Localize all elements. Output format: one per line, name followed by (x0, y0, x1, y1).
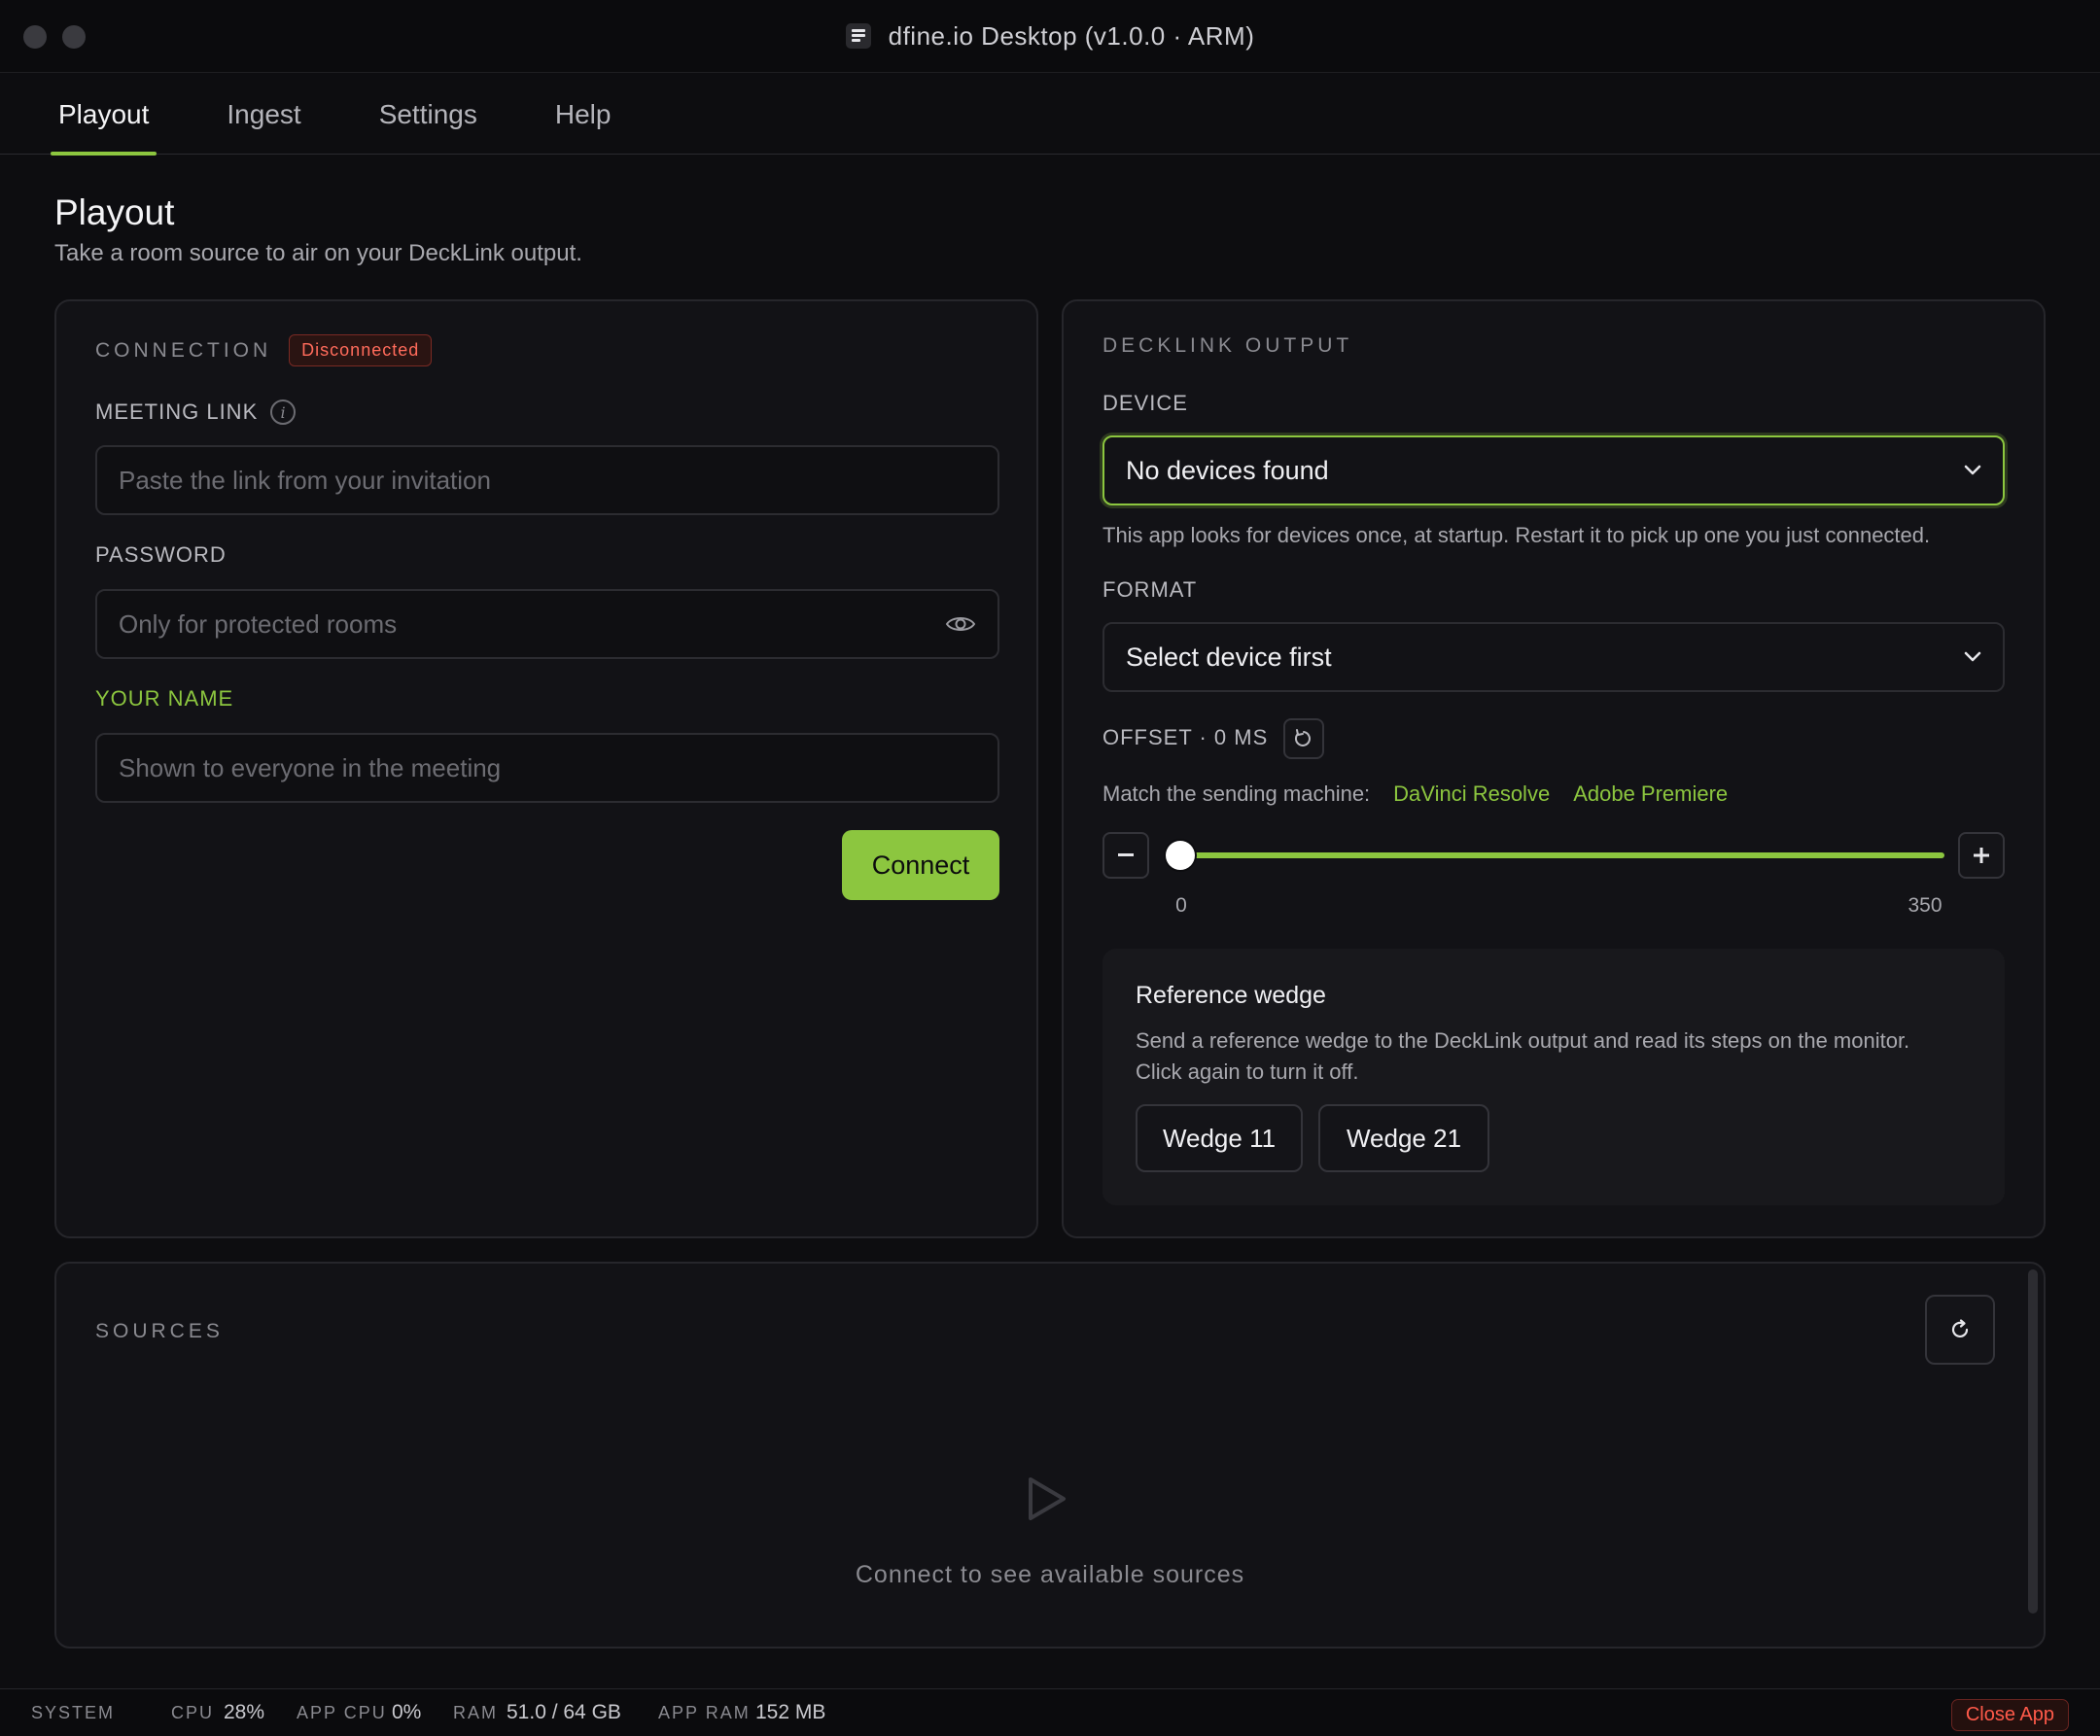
window-minimize-dot[interactable] (62, 25, 86, 49)
app-cpu-value: 0% (392, 1701, 422, 1723)
offset-slider-handle[interactable] (1166, 841, 1195, 870)
page-subtitle: Take a room source to air on your DeckLi… (54, 240, 582, 266)
match-label: Match the sending machine: (1102, 781, 1371, 806)
sources-scrollbar[interactable] (2028, 1269, 2038, 1614)
your-name-placeholder: Shown to everyone in the meeting (119, 752, 502, 782)
offset-decrement-button[interactable] (1102, 832, 1149, 879)
window-close-dot[interactable] (23, 25, 47, 49)
davinci-resolve-link[interactable]: DaVinci Resolve (1393, 781, 1550, 807)
app-logo-icon (845, 23, 871, 49)
your-name-label: YOUR NAME (95, 686, 234, 711)
chevron-down-icon (1964, 651, 1981, 663)
minus-icon (1118, 853, 1134, 857)
plus-icon (1974, 848, 1989, 863)
connection-status-badge: Disconnected (289, 334, 433, 366)
reference-wedge-title: Reference wedge (1136, 982, 1326, 1009)
decklink-section-label: DECKLINK OUTPUT (1102, 334, 1353, 357)
window-controls (23, 25, 86, 49)
chevron-down-icon (1964, 465, 1981, 476)
sources-card: SOURCES Connect to see available sources (54, 1262, 2046, 1649)
meeting-link-input[interactable]: Paste the link from your invitation (95, 445, 999, 515)
wedge-21-button[interactable]: Wedge 21 (1318, 1104, 1489, 1172)
password-label: PASSWORD (95, 542, 227, 567)
refresh-sources-button[interactable] (1925, 1295, 1995, 1365)
sources-empty-message: Connect to see available sources (855, 1561, 1245, 1588)
cpu-value: 28% (224, 1701, 265, 1723)
format-label: FORMAT (1102, 577, 1198, 602)
meeting-link-label: MEETING LINK (95, 399, 259, 424)
info-icon[interactable]: i (269, 399, 297, 426)
reference-wedge-description-2: Click again to turn it off. (1136, 1059, 1359, 1084)
decklink-output-card: DECKLINK OUTPUT DEVICE No devices found … (1062, 299, 2046, 1238)
wedge-11-button[interactable]: Wedge 11 (1136, 1104, 1303, 1172)
system-label: SYSTEM (31, 1702, 116, 1722)
cpu-label: CPU (171, 1702, 215, 1722)
eye-icon[interactable] (945, 613, 976, 635)
connection-section-label: CONNECTION (95, 338, 272, 362)
offset-increment-button[interactable] (1958, 832, 2005, 879)
offset-reset-button[interactable] (1283, 718, 1324, 759)
svg-text:i: i (281, 403, 286, 422)
password-placeholder: Only for protected rooms (119, 608, 398, 639)
window-title: dfine.io Desktop (v1.0.0 · ARM) (888, 20, 1255, 51)
offset-slider-track[interactable] (1180, 852, 1944, 858)
slider-min-label: 0 (1175, 894, 1187, 917)
reference-wedge-description-1: Send a reference wedge to the DeckLink o… (1136, 1028, 1910, 1053)
refresh-icon (1948, 1318, 1972, 1341)
play-icon (1023, 1476, 1069, 1527)
tab-ingest[interactable]: Ingest (227, 74, 300, 155)
ram-value: 51.0 / 64 GB (507, 1701, 621, 1723)
tab-help[interactable]: Help (555, 74, 612, 155)
title-bar: dfine.io Desktop (v1.0.0 · ARM) (0, 0, 2100, 73)
ram-label: RAM (453, 1702, 498, 1722)
app-ram-label: APP RAM (658, 1702, 751, 1722)
connection-card: CONNECTION Disconnected MEETING LINK i P… (54, 299, 1038, 1238)
device-hint: This app looks for devices once, at star… (1102, 523, 1931, 547)
device-select-value: No devices found (1126, 455, 1329, 485)
reference-wedge-panel: Reference wedge Send a reference wedge t… (1102, 949, 2005, 1205)
device-label: DEVICE (1102, 391, 1188, 415)
tab-playout[interactable]: Playout (50, 74, 158, 156)
adobe-premiere-link[interactable]: Adobe Premiere (1573, 781, 1728, 807)
slider-max-label: 350 (1908, 894, 1942, 917)
app-cpu-label: APP CPU (297, 1702, 387, 1722)
tab-settings[interactable]: Settings (379, 74, 477, 155)
format-select[interactable]: Select device first (1102, 622, 2005, 692)
offset-label: OFFSET · 0 MS (1102, 725, 1269, 749)
sources-section-label: SOURCES (95, 1320, 224, 1342)
connect-button[interactable]: Connect (842, 830, 999, 900)
close-app-button[interactable]: Close App (1950, 1699, 2069, 1731)
password-input[interactable]: Only for protected rooms (95, 589, 999, 659)
device-select[interactable]: No devices found (1102, 435, 2005, 505)
app-ram-value: 152 MB (755, 1701, 826, 1723)
reset-icon (1293, 728, 1314, 749)
format-select-value: Select device first (1126, 642, 1332, 672)
main-tabs: Playout Ingest Settings Help (0, 74, 2100, 156)
window-title-group: dfine.io Desktop (v1.0.0 · ARM) (845, 20, 1255, 52)
status-bar: SYSTEM CPU 28% APP CPU 0% RAM 51.0 / 64 … (0, 1688, 2100, 1736)
meeting-link-placeholder: Paste the link from your invitation (119, 465, 491, 495)
your-name-input[interactable]: Shown to everyone in the meeting (95, 733, 999, 803)
page-title: Playout (54, 192, 175, 232)
